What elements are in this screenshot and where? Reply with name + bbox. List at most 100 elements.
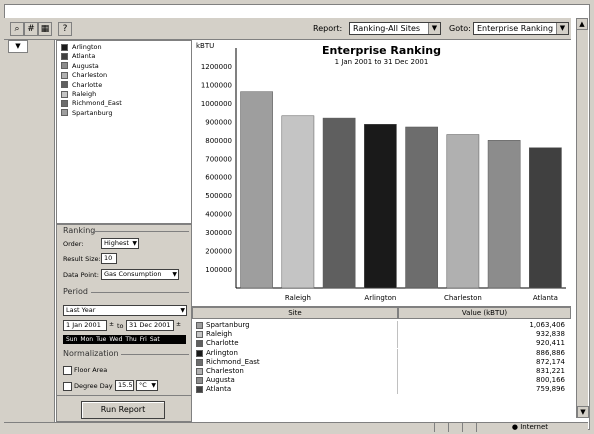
legend-swatch [61, 43, 68, 51]
end-date-spinner-icon[interactable]: ± [176, 321, 181, 328]
y-tick-label: 300000 [205, 229, 232, 237]
nav-dropdown[interactable]: ▼ [8, 40, 28, 53]
report-select-value: Ranking-All Sites [353, 24, 421, 33]
start-date-spinner-icon[interactable]: ± [109, 321, 114, 328]
scroll-down-icon[interactable]: ▼ [577, 406, 589, 418]
table-row[interactable]: Richmond_East 872,174 [192, 357, 571, 367]
site-column-header[interactable]: Site [192, 307, 398, 319]
floor-area-label: Floor Area [74, 366, 108, 374]
result-size-input[interactable]: 10 [101, 253, 117, 264]
result-size-label: Result Size: [63, 255, 101, 263]
value-cell: 920,411 [536, 339, 565, 348]
legend-swatch [61, 62, 68, 70]
value-column-header[interactable]: Value (kBTU) [398, 307, 571, 319]
y-tick-label: 1200000 [201, 63, 232, 71]
row-swatch [196, 322, 203, 329]
row-swatch [196, 386, 203, 394]
unit-select[interactable]: °C ▼ [136, 380, 158, 391]
ranking-table: Site Value (kBTU) Spartanburg 1,063,406 Ra… [192, 306, 571, 419]
grid-icon[interactable]: # [24, 22, 38, 36]
bar-arlington[interactable] [364, 124, 397, 289]
scroll-up-icon[interactable]: ▲ [576, 18, 588, 30]
table-row[interactable]: Spartanburg 1,063,406 [192, 321, 571, 330]
bar-atlanta[interactable] [529, 147, 562, 289]
legend-swatch [61, 99, 68, 107]
zoom-icon[interactable]: ⌕ [10, 22, 24, 36]
status-cell [434, 423, 447, 432]
order-label: Order: [63, 240, 84, 248]
table-row[interactable]: Charlotte 920,411 [192, 339, 571, 349]
divider [91, 292, 189, 293]
table-row[interactable]: Raleigh 932,838 [192, 330, 571, 340]
start-date-value: 1 Jan 2001 [66, 321, 101, 329]
day-of-week-mon[interactable]: Mon [80, 336, 93, 343]
goto-select[interactable]: Enterprise Ranking ▼ [473, 22, 569, 35]
table-row[interactable]: Charleston 831,221 [192, 367, 571, 376]
column-divider [397, 385, 398, 395]
floor-area-checkbox[interactable] [63, 366, 72, 375]
value-cell: 932,838 [536, 330, 565, 339]
bar-chart-svg: 100000 200000 300000 400000 500000 600000 7000… [201, 48, 566, 302]
legend-label: Raleigh [72, 90, 97, 98]
day-of-week-sat[interactable]: Sat [150, 336, 160, 343]
legend-label: Arlington [72, 43, 102, 51]
help-icon[interactable]: ? [58, 22, 72, 36]
legend-label: Augusta [72, 61, 99, 70]
data-point-label: Data Point: [63, 271, 99, 279]
calendar-icon[interactable]: ▦ [38, 22, 52, 36]
day-of-week-tue[interactable]: Tue [96, 336, 106, 343]
bar-augusta[interactable] [487, 140, 521, 289]
vertical-scrollbar[interactable]: ▼ [576, 30, 589, 418]
day-of-week-sun[interactable]: Sun [66, 336, 77, 343]
degree-day-input[interactable]: 15.5 [115, 380, 134, 391]
chevron-down-icon[interactable]: ▼ [151, 381, 156, 390]
chevron-down-icon[interactable]: ▼ [180, 306, 185, 315]
degree-day-checkbox[interactable] [63, 382, 72, 391]
status-cell [462, 423, 475, 432]
column-divider [397, 357, 398, 367]
bar-charlotte[interactable] [322, 117, 356, 289]
table-row[interactable]: Atlanta 759,896 [192, 385, 571, 395]
bar-spartanburg[interactable] [240, 91, 273, 289]
column-divider [397, 339, 398, 349]
legend-label: Richmond_East [72, 99, 122, 108]
table-row[interactable]: Augusta 800,166 [192, 376, 571, 386]
site-cell: Richmond_East [206, 357, 260, 366]
day-of-week-fri[interactable]: Fri [140, 336, 147, 343]
x-tick-label: Raleigh [285, 294, 311, 302]
run-report-button[interactable]: Run Report [81, 401, 165, 419]
row-swatch [196, 340, 203, 348]
bar-charleston[interactable] [446, 134, 480, 289]
data-point-select[interactable]: Gas Consumption ▼ [101, 269, 179, 280]
table-row[interactable]: Arlington 886,886 [192, 348, 571, 358]
site-cell: Arlington [206, 348, 238, 357]
bar-raleigh[interactable] [281, 115, 315, 289]
value-cell: 1,063,406 [529, 321, 565, 329]
site-cell: Augusta [206, 376, 235, 385]
data-point-value: Gas Consumption [104, 270, 162, 278]
period-preset-select[interactable]: Last Year ▼ [63, 305, 187, 316]
end-date-input[interactable]: 31 Dec 2001 [126, 320, 174, 331]
status-bar: ● Internet [4, 422, 588, 432]
day-of-week-wed[interactable]: Wed [109, 336, 122, 343]
y-tick-label: 700000 [205, 155, 232, 163]
chevron-down-icon[interactable]: ▼ [132, 239, 137, 248]
y-tick-label: 1000000 [201, 100, 232, 108]
order-select[interactable]: Highest ▼ [101, 238, 139, 249]
unit-value: °C [139, 381, 147, 389]
x-tick-label: Atlanta [533, 294, 558, 302]
legend-label: Atlanta [72, 52, 96, 61]
bar-richmond_east[interactable] [405, 126, 438, 289]
chevron-down-icon[interactable]: ▼ [172, 270, 177, 279]
report-select[interactable]: Ranking-All Sites ▼ [349, 22, 441, 35]
column-divider [397, 348, 398, 358]
chevron-down-icon[interactable]: ▼ [556, 23, 568, 34]
legend-label: Charlotte [72, 80, 103, 89]
chevron-down-icon[interactable]: ▼ [428, 23, 440, 34]
y-tick-label: 600000 [205, 174, 232, 182]
day-of-week-thu[interactable]: Thu [125, 336, 136, 343]
start-date-input[interactable]: 1 Jan 2001 [63, 320, 107, 331]
legend-swatch [61, 109, 68, 117]
column-divider [397, 321, 398, 330]
value-cell: 886,886 [536, 348, 565, 357]
